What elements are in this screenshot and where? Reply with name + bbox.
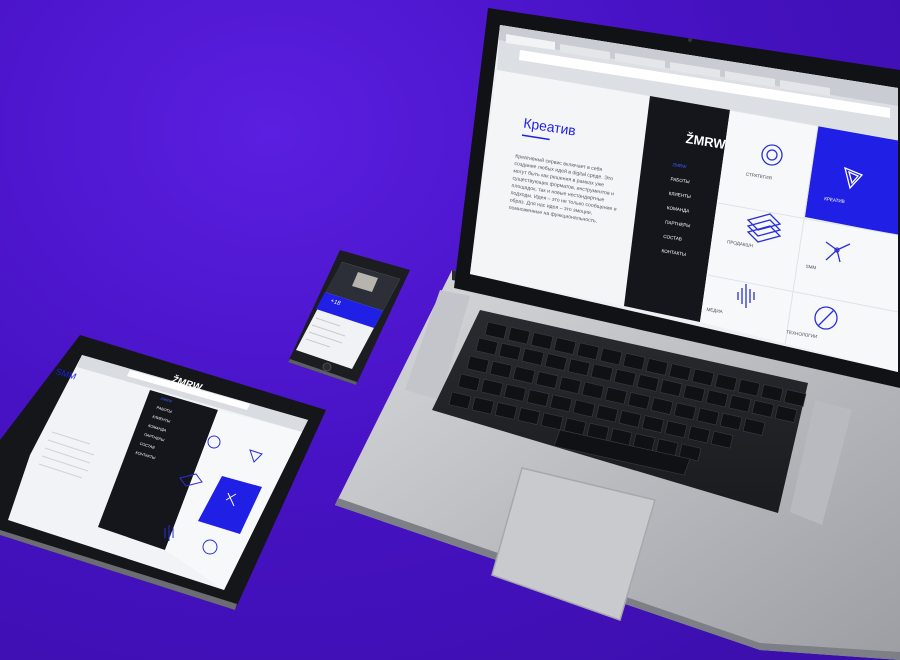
phone: +18 [288,250,410,385]
tablet [0,335,326,610]
devices-svg: Креатив Креативный сервис включает в себ… [0,8,900,660]
photo-scene: Креатив Креативный сервис включает в себ… [0,0,900,660]
camera-icon [688,38,692,42]
home-button[interactable] [322,362,332,372]
